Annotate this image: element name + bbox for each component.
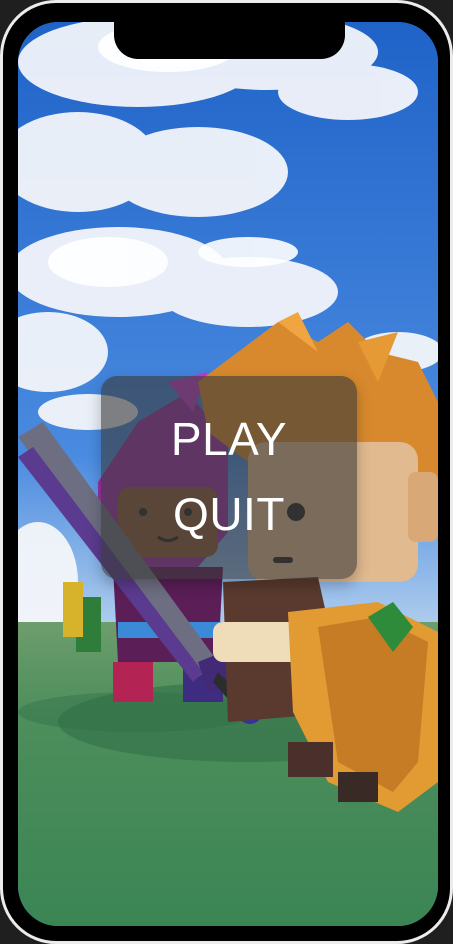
play-button[interactable]: PLAY: [101, 411, 357, 467]
main-menu-panel: PLAY QUIT: [101, 376, 357, 579]
phone-frame: PLAY QUIT: [0, 0, 453, 944]
device-notch: [114, 17, 345, 59]
quit-button[interactable]: QUIT: [101, 486, 357, 542]
